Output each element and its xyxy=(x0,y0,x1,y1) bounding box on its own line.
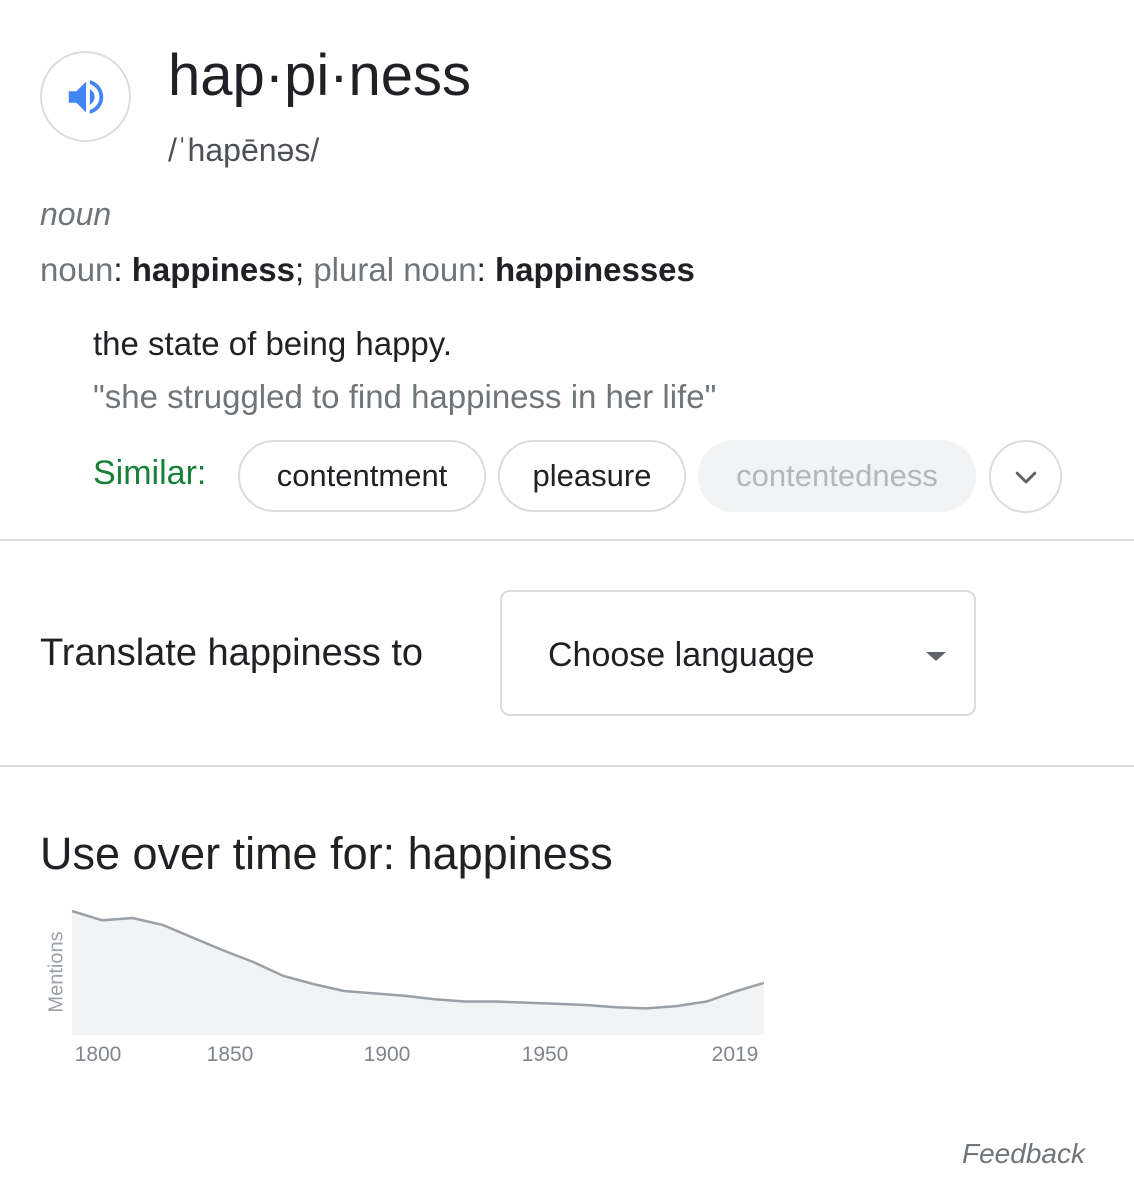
usage-chart xyxy=(71,909,764,1035)
speaker-volume-icon xyxy=(68,79,103,114)
chevron-down-icon xyxy=(1015,471,1036,483)
x-tick-label: 1900 xyxy=(363,1043,411,1066)
definition-text: the state of being happy. xyxy=(93,325,452,362)
form-label-plural: plural noun xyxy=(313,251,477,288)
pronunciation-button[interactable] xyxy=(40,51,131,142)
language-select-value: Choose language xyxy=(548,636,815,674)
part-of-speech: noun xyxy=(40,196,112,232)
x-tick-label: 1800 xyxy=(74,1043,122,1066)
expand-similar-button[interactable] xyxy=(989,440,1062,513)
x-tick-label: 1950 xyxy=(521,1043,569,1066)
section-divider xyxy=(0,765,1134,767)
feedback-link[interactable]: Feedback xyxy=(962,1136,1085,1172)
form-singular: happiness xyxy=(131,251,295,288)
headword: hap·pi·ness xyxy=(168,43,472,108)
similar-chip-contentedness[interactable]: contentedness xyxy=(698,440,976,512)
chart-y-label: Mentions xyxy=(45,931,68,1013)
form-plural: happinesses xyxy=(494,251,695,288)
usage-title: Use over time for: happiness xyxy=(40,828,613,879)
example-sentence: "she struggled to find happiness in her … xyxy=(93,378,717,415)
caret-down-icon xyxy=(926,652,946,661)
word-forms: noun: happiness; plural noun: happinesse… xyxy=(40,251,695,288)
similar-chip-pleasure[interactable]: pleasure xyxy=(498,440,686,512)
similar-label: Similar: xyxy=(93,454,207,492)
translate-label: Translate happiness to xyxy=(40,632,424,674)
form-label-noun: noun xyxy=(40,251,114,288)
phonetic-spelling: /ˈhapēnəs/ xyxy=(168,132,320,168)
x-tick-label: 2019 xyxy=(711,1043,759,1066)
similar-chip-contentment[interactable]: contentment xyxy=(238,440,486,512)
section-divider xyxy=(0,539,1134,541)
x-tick-label: 1850 xyxy=(206,1043,254,1066)
language-select[interactable]: Choose language xyxy=(500,590,976,716)
